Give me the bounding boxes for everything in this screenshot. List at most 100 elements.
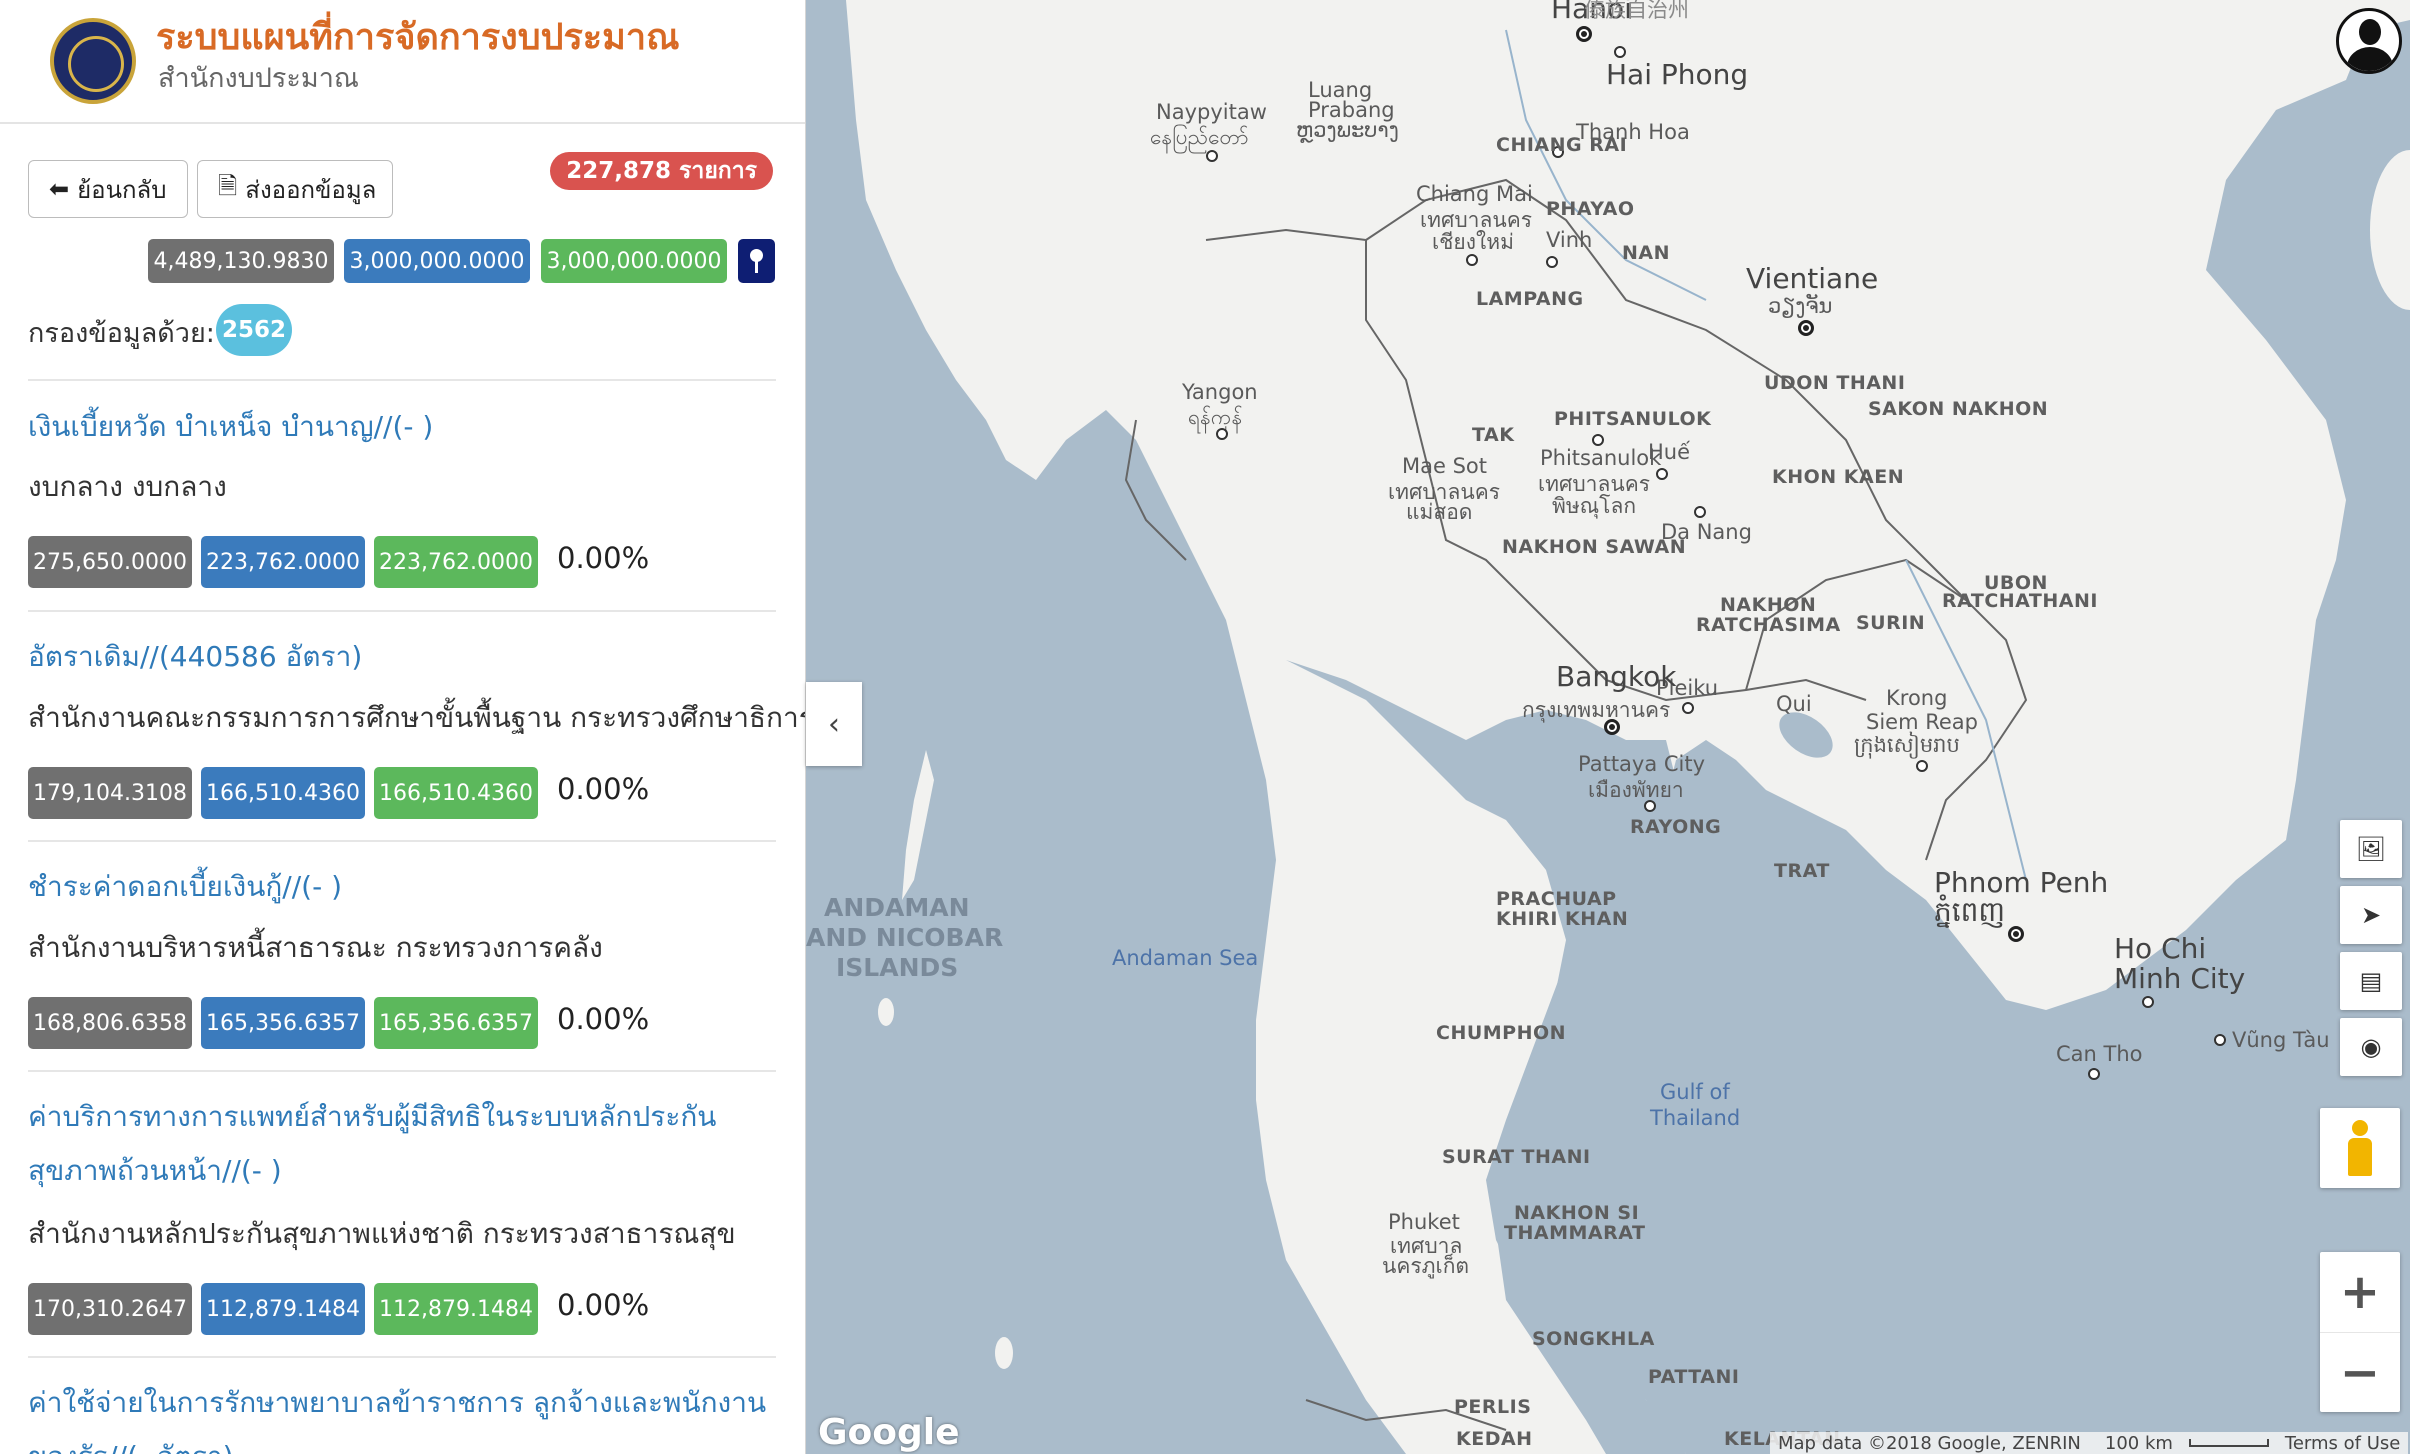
- map-label-rayong: RAYONG: [1630, 816, 1722, 838]
- item-value-1: 170,310.2647: [28, 1283, 192, 1335]
- city-marker: [1694, 506, 1706, 518]
- map-label-kedah: KEDAH: [1456, 1428, 1533, 1450]
- map-label-prachuap2: KHIRI KHAN: [1496, 908, 1629, 930]
- item-value-2: 223,762.0000: [201, 536, 365, 588]
- eye-icon[interactable]: ◉: [2340, 1018, 2402, 1076]
- city-marker: [2088, 1068, 2100, 1080]
- map-label-quinhon: Qui: [1776, 692, 1812, 716]
- user-avatar-icon[interactable]: [2336, 8, 2402, 74]
- map-label-chumphon: CHUMPHON: [1436, 1022, 1567, 1044]
- item-title-link[interactable]: ค่าใช้จ่ายในการรักษาพยาบาลข้าราชการ ลูกจ…: [28, 1376, 778, 1454]
- map-label-trat: TRAT: [1774, 860, 1830, 882]
- map-label-top-cn: 傣族自治州: [1584, 0, 1689, 22]
- divider: [28, 1356, 776, 1358]
- city-marker: [1644, 800, 1656, 812]
- image-export-icon[interactable]: 🖼: [2340, 820, 2402, 878]
- map-label-hochiminh2: Minh City: [2114, 962, 2246, 995]
- back-button[interactable]: ⬅ ย้อนกลับ: [28, 160, 188, 218]
- map-label-andamansea: Andaman Sea: [1112, 946, 1259, 970]
- map-label-naypyitaw-my: နေပြည်တော်: [1150, 125, 1249, 149]
- map-label-prachuap1: PRACHUAP: [1496, 888, 1617, 910]
- map-label-cantho: Can Tho: [2056, 1042, 2143, 1066]
- map-label-lampang: LAMPANG: [1476, 288, 1584, 310]
- map-label-pattaya: Pattaya City: [1578, 752, 1706, 776]
- layers-icon[interactable]: ▤: [2340, 952, 2402, 1010]
- map-label-bangkok: Bangkok: [1556, 660, 1677, 693]
- item-percent: 0.00%: [557, 1002, 650, 1036]
- my-location-icon[interactable]: ➤: [2340, 886, 2402, 944]
- export-button-label: ส่งออกข้อมูล: [245, 175, 377, 204]
- map-label-udonthani: UDON THANI: [1764, 372, 1906, 394]
- map-label-ubon2: RATCHATHANI: [1942, 590, 2098, 612]
- item-percent: 0.00%: [557, 1288, 650, 1322]
- map-label-vientiane-lao: ວຽງຈັນ: [1768, 294, 1833, 318]
- item-organization: สำนักงานคณะกรรมการการศึกษาขั้นพื้นฐาน กร…: [28, 701, 806, 734]
- item-organization: สำนักงานบริหารหนี้สาธารณะ กระทรวงการคลัง: [28, 931, 603, 964]
- zoom-out-button[interactable]: −: [2320, 1332, 2400, 1412]
- divider: [28, 379, 776, 381]
- summary-total-1: 4,489,130.9830: [148, 239, 334, 283]
- item-value-3: 166,510.4360: [374, 767, 538, 819]
- app-header: ระบบแผนที่การจัดการงบประมาณ สำนักงบประมา…: [0, 0, 805, 124]
- item-title-link[interactable]: อัตราเดิม//(440586 อัตรา): [28, 630, 778, 684]
- record-count-unit: รายการ: [679, 158, 757, 184]
- map-label-gulf2: Thailand: [1650, 1106, 1741, 1130]
- city-marker: [1604, 719, 1620, 735]
- map-label-phnompenh-km: ភ្នំពេញ: [1934, 895, 2006, 928]
- arrow-left-icon: ⬅: [49, 175, 70, 203]
- map-label-nakhonsi1: NAKHON SI: [1514, 1202, 1640, 1224]
- map-label-chiangmai: Chiang Mai: [1416, 182, 1533, 206]
- map-label-yangon: Yangon: [1182, 380, 1258, 404]
- map-label-phayao: PHAYAO: [1546, 198, 1635, 220]
- export-button[interactable]: 🗎 ส่งออกข้อมูล: [197, 160, 393, 218]
- terms-link[interactable]: Terms of Use: [2277, 1433, 2408, 1454]
- city-marker: [2008, 926, 2024, 942]
- city-marker: [1916, 760, 1928, 772]
- city-marker: [1206, 150, 1218, 162]
- map-scale: 100 km: [2089, 1433, 2189, 1454]
- map-label-surin: SURIN: [1856, 612, 1926, 634]
- map-label-hochiminh1: Ho Chi: [2114, 932, 2207, 965]
- zoom-in-button[interactable]: +: [2320, 1252, 2400, 1332]
- map-label-pattani: PATTANI: [1648, 1366, 1740, 1388]
- city-marker: [1592, 434, 1604, 446]
- city-marker: [1614, 46, 1626, 58]
- map-pin-icon[interactable]: [738, 239, 775, 283]
- city-marker: [1576, 26, 1592, 42]
- zoom-control: + −: [2320, 1252, 2400, 1412]
- divider: [28, 610, 776, 612]
- map-label-krong: Krong: [1886, 686, 1948, 710]
- map-label-phuket-th2: นครภูเก็ต: [1382, 1254, 1470, 1278]
- filter-year-badge[interactable]: 2562: [216, 304, 292, 356]
- item-title-link[interactable]: ค่าบริการทางการแพทย์สำหรับผู้มีสิทธิในระ…: [28, 1090, 778, 1198]
- collapse-panel-button[interactable]: ‹: [806, 682, 862, 766]
- map-label-gulf1: Gulf of: [1660, 1080, 1730, 1104]
- item-organization: งบกลาง งบกลาง: [28, 470, 227, 503]
- map-label-naypyitaw: Naypyitaw: [1156, 100, 1267, 124]
- record-count-value: 227,878: [566, 158, 672, 184]
- summary-total-3: 3,000,000.0000: [541, 239, 727, 283]
- city-marker: [2214, 1034, 2226, 1046]
- summary-total-2: 3,000,000.0000: [344, 239, 530, 283]
- map-label-suratthani: SURAT THANI: [1442, 1146, 1591, 1168]
- city-marker: [1466, 254, 1478, 266]
- map-label-siemreap-km: ក្រុងសៀមរាប: [1854, 733, 1960, 757]
- page-subtitle: สำนักงบประมาณ: [158, 63, 359, 94]
- record-count-badge: 227,878 รายการ: [550, 152, 773, 190]
- map-label-nakhonsi2: THAMMARAT: [1504, 1222, 1646, 1244]
- chevron-left-icon: ‹: [828, 706, 840, 742]
- budget-bureau-logo: [50, 18, 136, 104]
- map-label-maesot-th2: แม่สอด: [1406, 500, 1473, 524]
- map-attribution-bar: Map data ©2018 Google, ZENRIN 100 km Ter…: [1770, 1432, 2409, 1454]
- item-title-link[interactable]: เงินเบี้ยหวัด บำเหน็จ บำนาญ//(- ): [28, 400, 778, 454]
- item-title-link[interactable]: ชำระค่าดอกเบี้ยเงินกู้//(- ): [28, 860, 778, 914]
- divider: [28, 840, 776, 842]
- item-value-3: 223,762.0000: [374, 536, 538, 588]
- item-value-3: 112,879.1484: [374, 1283, 538, 1335]
- street-view-pegman-icon[interactable]: [2320, 1108, 2400, 1188]
- city-marker: [1682, 702, 1694, 714]
- item-value-1: 168,806.6358: [28, 997, 192, 1049]
- item-value-1: 179,104.3108: [28, 767, 192, 819]
- city-marker: [1546, 256, 1558, 268]
- map-view[interactable]: Hanoi Hai Phong Thanh Hoa Vinh Huế Da Na…: [806, 0, 2410, 1454]
